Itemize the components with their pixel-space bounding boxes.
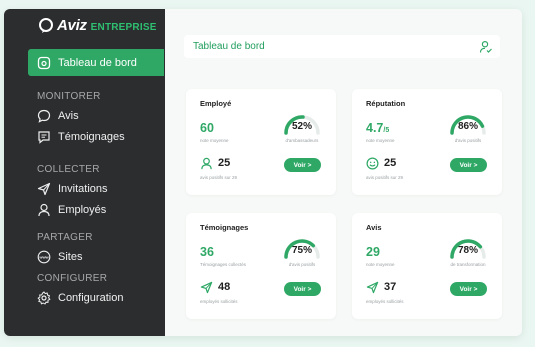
sidebar-item-avis[interactable]: Avis xyxy=(37,109,79,123)
solicited-count: 48 xyxy=(218,281,231,293)
gauge-value: 86% xyxy=(457,121,478,132)
gauge-label: de transformation xyxy=(450,262,486,267)
card-reputation: Réputation 4.7/5 note moyenne 86% d'avis… xyxy=(352,89,502,195)
send-icon xyxy=(200,281,213,294)
sidebar-item-label: Sites xyxy=(58,251,83,263)
sidebar-item-employes[interactable]: Employés xyxy=(37,203,106,217)
gauge-value: 75% xyxy=(291,245,312,256)
solicited-count-label: employés sollicités xyxy=(200,299,238,304)
gauge-value: 78% xyxy=(457,245,478,256)
gear-icon xyxy=(37,291,51,305)
send-icon xyxy=(366,281,379,294)
average-score-label: note moyenne xyxy=(200,138,229,143)
gauge-label: d'avis positifs xyxy=(288,262,316,267)
app-window: Aviz ENTREPRISE Tableau de bord MONITORE… xyxy=(4,9,522,336)
globe-www-icon: www xyxy=(37,250,51,264)
brand-name: Aviz xyxy=(57,17,87,34)
sidebar-item-sites[interactable]: www Sites xyxy=(37,250,82,264)
sidebar-item-label: Configuration xyxy=(58,292,124,304)
average-score: 60 xyxy=(200,121,214,135)
card-employe: Employé 60 note moyenne 52% d'ambassadeu… xyxy=(186,89,336,195)
section-monitorer: MONITORER xyxy=(37,91,101,102)
sidebar-item-configuration[interactable]: Configuration xyxy=(37,291,123,305)
page-title: Tableau de bord xyxy=(193,41,265,52)
average-score: 29 xyxy=(366,245,380,259)
card-title: Réputation xyxy=(366,99,406,108)
collected-count: 36 xyxy=(200,245,214,259)
gauge-label: d'avis positifs xyxy=(454,138,482,143)
positive-count: 25 xyxy=(384,157,397,169)
send-icon xyxy=(37,182,51,196)
sidebar-item-temoignages[interactable]: Témoignages xyxy=(37,130,125,144)
voir-button[interactable]: Voir > xyxy=(450,158,487,172)
speech-bubble-icon xyxy=(37,109,51,123)
sidebar-item-label: Témoignages xyxy=(58,131,125,143)
gauge-value: 52% xyxy=(291,121,312,132)
section-collecter: COLLECTER xyxy=(37,164,100,175)
sidebar-item-tableau-de-bord[interactable]: Tableau de bord xyxy=(28,49,164,76)
dashboard-gauge-icon xyxy=(37,56,51,69)
voir-button[interactable]: Voir > xyxy=(284,158,321,172)
user-icon xyxy=(201,157,212,170)
solicited-count-label: employés sollicités xyxy=(366,299,404,304)
sidebar-item-label: Tableau de bord xyxy=(58,56,137,69)
positive-count: 25 xyxy=(218,157,231,169)
speech-bubble-logo-icon xyxy=(39,17,53,33)
card-temoignages: Témoignages 36 Témoignages collectés 75%… xyxy=(186,213,336,319)
section-configurer: CONFIGURER xyxy=(37,273,108,284)
card-title: Avis xyxy=(366,223,382,232)
card-avis: Avis 29 note moyenne 78% de transformati… xyxy=(352,213,502,319)
sidebar-item-label: Avis xyxy=(58,110,79,122)
voir-button[interactable]: Voir > xyxy=(284,282,321,296)
sidebar-item-invitations[interactable]: Invitations xyxy=(37,182,108,196)
sidebar: Aviz ENTREPRISE Tableau de bord MONITORE… xyxy=(4,9,165,336)
voir-button[interactable]: Voir > xyxy=(450,282,487,296)
sidebar-item-label: Employés xyxy=(58,204,107,216)
brand-logo[interactable]: Aviz ENTREPRISE xyxy=(38,17,157,34)
smiley-icon xyxy=(366,157,379,170)
average-score-label: note moyenne xyxy=(366,262,395,267)
section-partager: PARTAGER xyxy=(37,232,93,243)
card-title: Employé xyxy=(200,99,232,108)
user-icon xyxy=(38,203,50,217)
sidebar-item-label: Invitations xyxy=(58,183,108,195)
card-title: Témoignages xyxy=(200,223,249,232)
svg-text:www: www xyxy=(38,255,49,260)
header-bar: Tableau de bord xyxy=(184,35,500,58)
main-content: Tableau de bord Employé 60 note moyenne … xyxy=(165,9,522,336)
collected-count-label: Témoignages collectés xyxy=(200,262,247,267)
positive-count-label: avis positifs sur 29 xyxy=(366,175,404,180)
average-score-label: note moyenne xyxy=(366,138,395,143)
average-score: 4.7/5 xyxy=(366,121,390,135)
brand-suffix: ENTREPRISE xyxy=(90,21,157,33)
positive-count-label: avis positifs sur 29 xyxy=(200,175,238,180)
user-check-icon[interactable] xyxy=(479,40,493,54)
message-square-icon xyxy=(38,131,50,144)
gauge-label: d'ambassadeurs xyxy=(285,138,319,143)
solicited-count: 37 xyxy=(384,281,397,293)
